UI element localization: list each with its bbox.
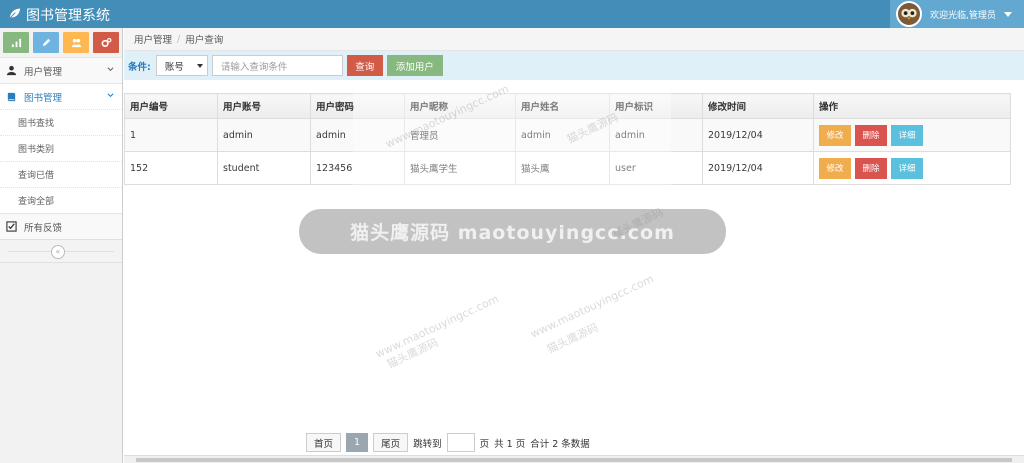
total-items: 合计 2 条数据 [530, 438, 590, 450]
welcome-text: 欢迎光临,管理员 [930, 10, 996, 21]
shortcut-pencil[interactable] [33, 32, 59, 53]
page-unit-label: 页 [479, 438, 490, 450]
delete-button[interactable]: 删除 [855, 157, 887, 179]
sidebar-collapse: « [0, 239, 122, 263]
column-header: 操作 [813, 93, 1011, 119]
cogs-icon [101, 37, 111, 47]
column-header[interactable]: 用户账号 [217, 93, 311, 119]
leaf-icon [8, 7, 21, 24]
delete-button[interactable]: 删除 [855, 124, 887, 146]
submenu-item-book-search[interactable]: 图书查找 [0, 109, 122, 135]
top-navbar: 图书管理系统 欢迎光临,管理员 [0, 0, 1024, 28]
sidebar-item-user-mgmt[interactable]: 用户管理 [0, 57, 122, 83]
submenu-item-borrowed[interactable]: 查询已借 [0, 161, 122, 187]
cell-user-id: 152 [124, 151, 218, 185]
cell-account: admin [217, 118, 311, 152]
cell-user-id: 1 [124, 118, 218, 152]
caret-down-icon [1003, 11, 1012, 17]
dropdown-arrow-icon [196, 64, 203, 68]
filter-bar: 条件: 账号 请输入查询条件 查询 添加用户 [124, 51, 1024, 80]
shortcut-users[interactable] [63, 32, 89, 53]
cell-actions: 修改 删除 详细 [813, 118, 1011, 152]
search-button[interactable]: 查询 [346, 55, 383, 76]
chevron-down-icon [107, 67, 114, 72]
sidebar-item-label: 图书管理 [24, 92, 63, 104]
horizontal-scrollbar[interactable] [124, 455, 1024, 463]
brand[interactable]: 图书管理系统 [8, 5, 110, 25]
edit-button[interactable]: 修改 [819, 124, 851, 146]
pagination: 首页 1 尾页 跳转到 页 共 1 页 合计 2 条数据 [306, 433, 590, 452]
check-square-icon [5, 221, 17, 233]
cell-modified: 2019/12/04 [702, 151, 814, 185]
pencil-icon [42, 38, 50, 47]
column-header[interactable]: 用户编号 [124, 93, 218, 119]
submenu-item-all[interactable]: 查询全部 [0, 187, 122, 213]
book-icon [5, 91, 17, 103]
cell-modified: 2019/12/04 [702, 118, 814, 152]
submenu-item-book-category[interactable]: 图书类别 [0, 135, 122, 161]
add-user-button[interactable]: 添加用户 [386, 55, 443, 76]
watermark-banner: 猫头鹰源码 maotouyingcc.com [299, 209, 726, 254]
sidebar-shortcuts [0, 28, 122, 57]
sidebar-item-feedback[interactable]: 所有反馈 [0, 213, 122, 239]
shortcut-cogs[interactable] [93, 32, 119, 53]
chevron-down-icon [107, 93, 114, 98]
filter-field-select[interactable]: 账号 [155, 55, 208, 76]
search-input[interactable]: 请输入查询条件 [211, 55, 343, 76]
shortcut-signal[interactable] [3, 32, 29, 53]
cell-actions: 修改 删除 详细 [813, 151, 1011, 185]
filter-label: 条件: [128, 61, 151, 73]
goto-label: 跳转到 [413, 438, 442, 450]
goto-page-input[interactable] [446, 433, 475, 452]
user-menu[interactable]: 欢迎光临,管理员 [890, 0, 1024, 28]
column-header[interactable]: 修改时间 [702, 93, 814, 119]
signal-icon [11, 38, 21, 48]
sidebar: 用户管理 图书管理 图书查找 图书类别 查询已借 查询全部 所有反馈 « [0, 28, 123, 463]
sidebar-item-book-mgmt[interactable]: 图书管理 [0, 83, 122, 109]
cell-account: student [217, 151, 311, 185]
detail-button[interactable]: 详细 [891, 157, 923, 179]
book-submenu: 图书查找 图书类别 查询已借 查询全部 [0, 109, 122, 213]
edit-button[interactable]: 修改 [819, 157, 851, 179]
first-page-button[interactable]: 首页 [306, 433, 342, 452]
breadcrumb-item[interactable]: 用户管理 [134, 32, 172, 46]
current-page-button[interactable]: 1 [346, 433, 369, 452]
detail-button[interactable]: 详细 [891, 124, 923, 146]
app-title: 图书管理系统 [26, 8, 110, 24]
breadcrumb-item-current: 用户查询 [185, 35, 224, 46]
avatar [896, 1, 922, 27]
sidebar-item-label: 用户管理 [24, 66, 63, 78]
breadcrumb: 用户管理 / 用户查询 [124, 28, 1024, 51]
collapse-sidebar-button[interactable]: « [51, 245, 65, 259]
user-icon [5, 65, 17, 77]
sidebar-item-label: 所有反馈 [24, 222, 63, 234]
users-icon [71, 38, 81, 48]
last-page-button[interactable]: 尾页 [373, 433, 409, 452]
total-pages: 共 1 页 [494, 438, 526, 450]
